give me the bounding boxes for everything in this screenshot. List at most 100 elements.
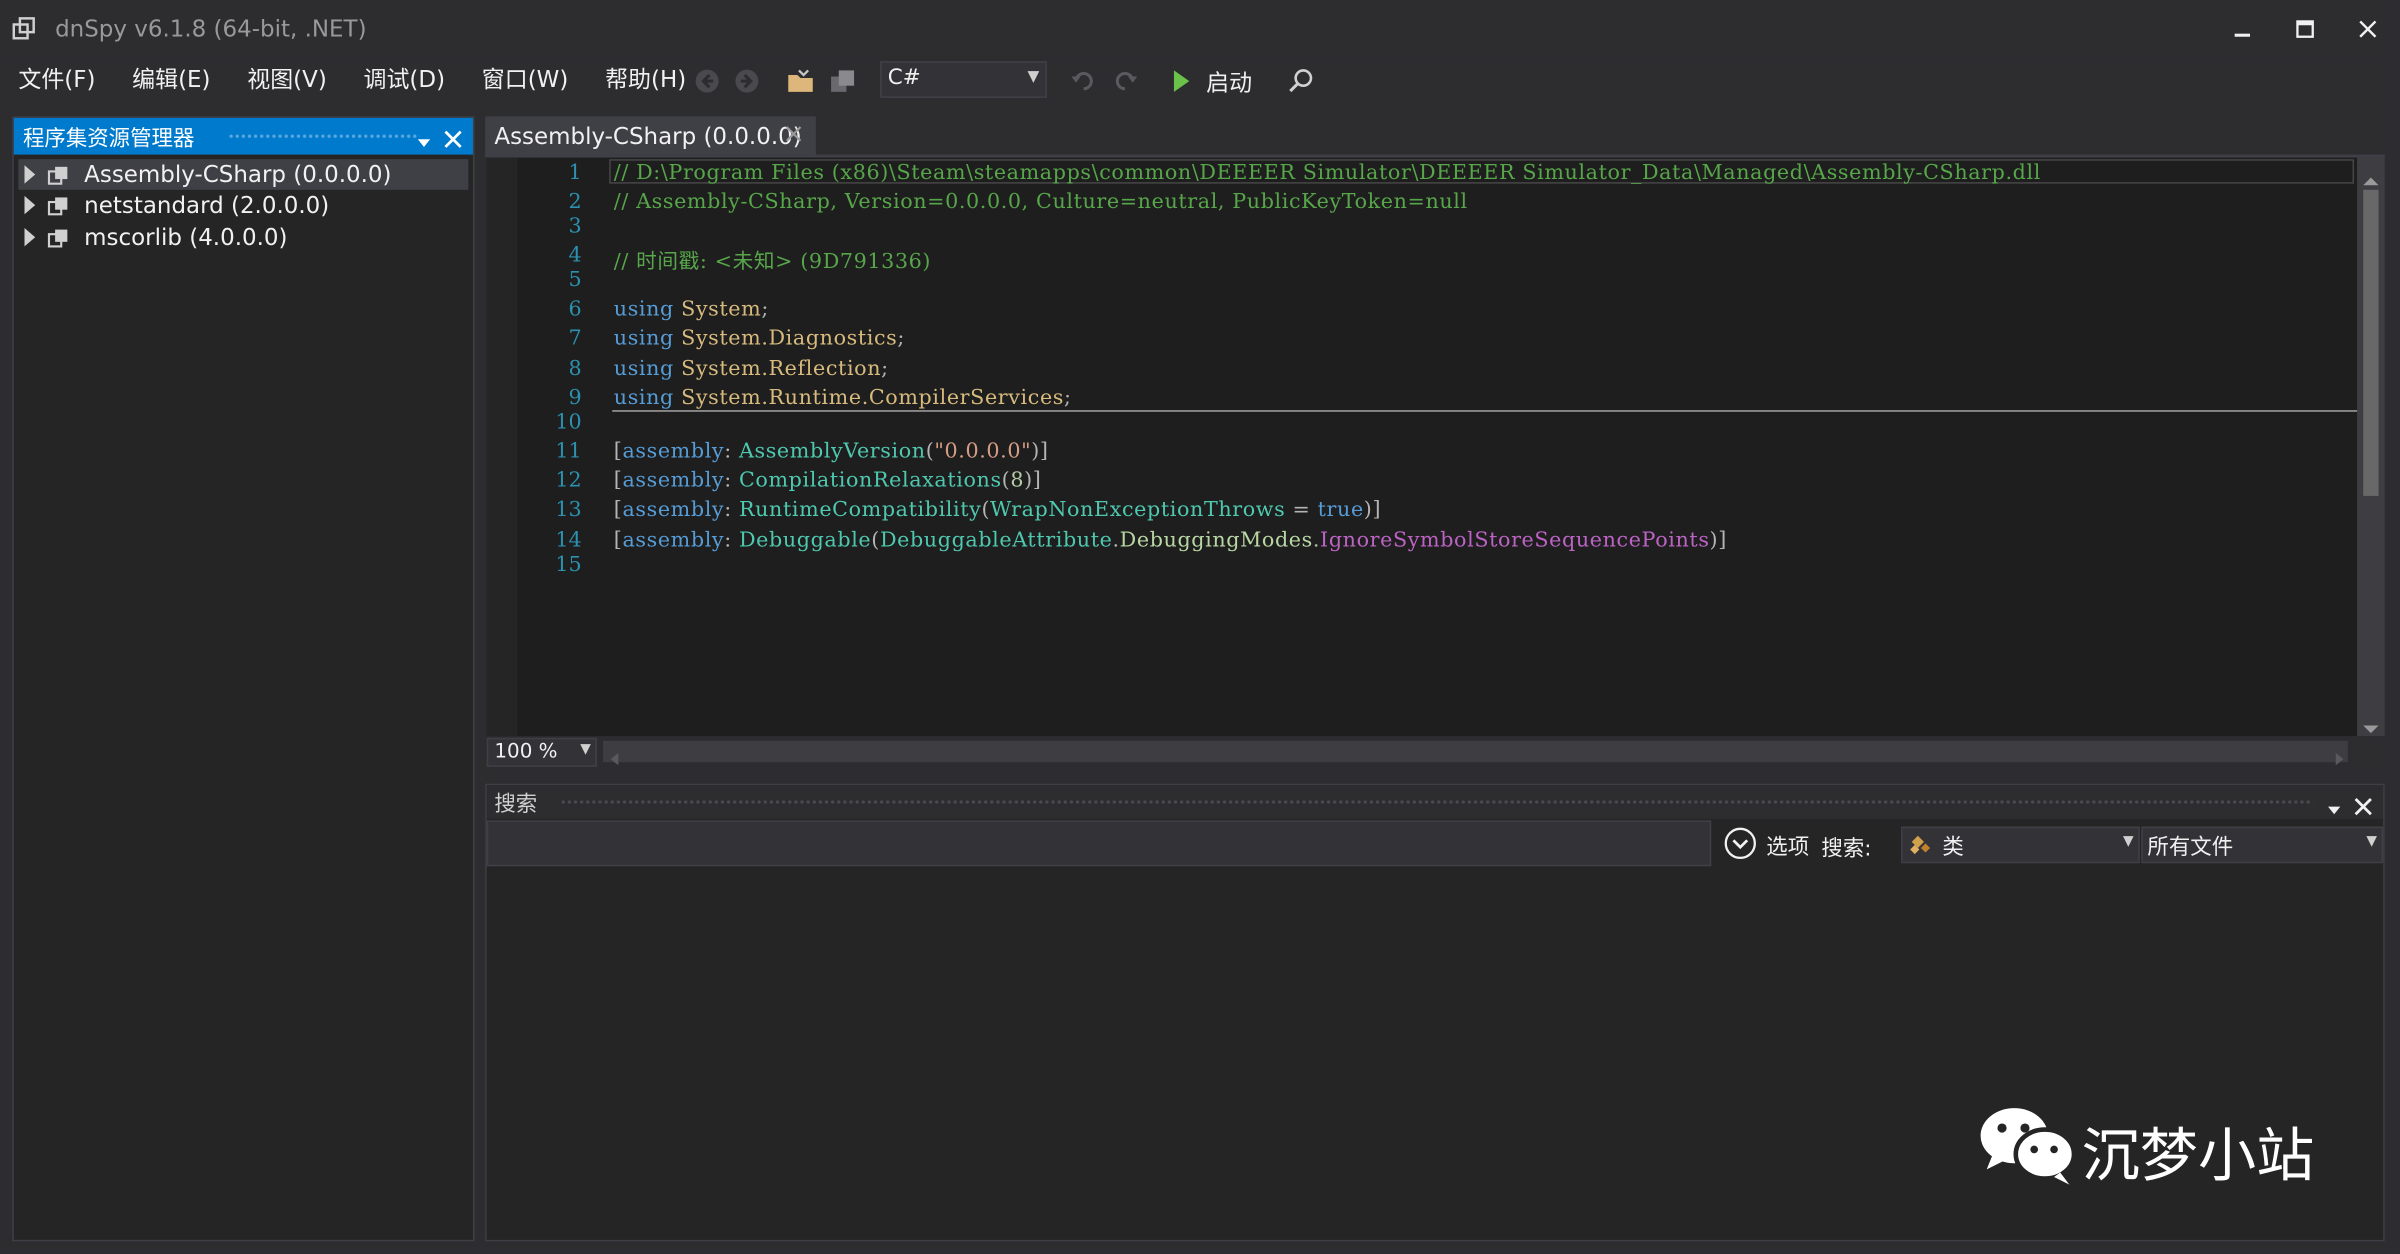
scrollbar-thumb[interactable] [2363,189,2379,496]
zoom-select[interactable]: 100 % ▼ [486,737,597,767]
assembly-explorer-title: 程序集资源管理器 [22,127,195,152]
line-number: 13 [555,497,582,522]
line-number: 1 [568,160,582,186]
language-select[interactable]: C# ▼ [880,61,1047,98]
line-number: 5 [568,267,582,293]
options-toggle-icon[interactable] [1723,827,1757,867]
back-icon[interactable] [692,66,723,97]
maximize-button[interactable] [2278,9,2333,49]
language-value: C# [887,65,921,91]
tab-assembly-csharp[interactable]: Assembly-CSharp (0.0.0.0) [485,116,816,157]
chevron-down-icon: ▼ [2123,834,2134,850]
menu-bar: 文件(F) 编辑(E) 视图(V) 调试(D) 窗口(W) 帮助(H) [0,58,705,98]
line-number: 7 [568,326,582,351]
menu-edit[interactable]: 编辑(E) [114,62,229,94]
chevron-down-icon: ▼ [1027,68,1040,86]
menu-debug[interactable]: 调试(D) [345,62,463,94]
code-line-13: [assembly: RuntimeCompatibility(WrapNonE… [613,497,1382,522]
line-number: 4 [568,243,582,268]
panel-close-icon[interactable] [444,126,462,155]
search-panel-title: 搜索 [494,792,538,818]
code-line-12: [assembly: CompilationRelaxations(8)] [613,468,1042,493]
search-scope-value: 所有文件 [2147,835,2234,861]
search-input[interactable] [486,820,1712,867]
code-line-8: using System.Reflection; [613,356,889,382]
line-number: 10 [555,410,582,435]
line-number: 15 [555,552,582,578]
wechat-logo-icon [1980,1108,2077,1185]
open-folder-icon[interactable] [787,66,818,97]
code-line-9: using System.Runtime.CompilerServices; [613,385,1072,411]
line-number: 3 [568,214,582,239]
code-line-11: [assembly: AssemblyVersion("0.0.0.0")] [613,439,1049,464]
chevron-down-icon: ▼ [580,742,591,758]
panel-close-icon[interactable] [2354,793,2372,822]
tree-item-mscorlib[interactable]: mscorlib (4.0.0.0) [18,222,468,253]
tree-item-label: mscorlib (4.0.0.0) [84,223,288,252]
scroll-up-icon[interactable] [2362,164,2380,193]
watermark: 沉梦小站 [1978,1099,2345,1191]
assembly-icon [47,164,68,185]
line-number: 2 [568,189,582,215]
line-number: 12 [555,468,582,493]
assembly-explorer-header: 程序集资源管理器 [13,117,473,156]
search-scope-select[interactable]: 所有文件 ▼ [2141,826,2384,864]
code-line-6: using System; [613,296,769,322]
code-line-1: // D:\Program Files (x86)\Steam\steamapp… [613,160,2041,186]
watermark-text: 沉梦小站 [2081,1121,2315,1190]
tree-item-label: Assembly-CSharp (0.0.0.0) [84,160,392,189]
tree-item-assembly-csharp[interactable]: Assembly-CSharp (0.0.0.0) [18,159,469,190]
scroll-right-icon[interactable] [2334,744,2346,773]
menu-file[interactable]: 文件(F) [0,62,114,94]
code-line-14: [assembly: Debuggable(DebuggableAttribut… [613,528,1727,553]
line-number: 14 [555,528,582,553]
window-title: dnSpy v6.1.8 (64-bit, .NET) [55,15,367,43]
code-line-2: // Assembly-CSharp, Version=0.0.0.0, Cul… [613,189,1468,215]
menu-help[interactable]: 帮助(H) [587,62,705,94]
forward-icon[interactable] [732,66,763,97]
expand-arrow-icon[interactable] [24,195,36,215]
tab-close-icon[interactable] [785,121,802,149]
code-line-7: using System.Diagnostics; [613,326,905,351]
line-number: 11 [555,439,582,464]
panel-dropdown-icon[interactable] [416,127,431,156]
search-kind-select[interactable]: 类 ▼ [1901,826,2140,864]
undo-icon[interactable] [1068,66,1099,97]
line-number-column: 1 2 3 4 5 6 7 8 9 10 11 12 13 14 15 [505,158,582,587]
assembly-icon [47,194,68,216]
zoom-value: 100 % [494,740,558,764]
open-list-icon[interactable] [828,66,859,97]
tree-item-netstandard[interactable]: netstandard (2.0.0.0) [18,190,468,221]
menu-view[interactable]: 视图(V) [229,62,345,94]
play-icon[interactable] [1166,66,1197,97]
assembly-explorer-panel [12,116,475,1242]
expand-arrow-icon[interactable] [24,165,36,184]
code-line-4: // 时间戳: <未知> (9D791336) [613,249,932,274]
line-number: 8 [568,356,582,382]
minimize-button[interactable] [2215,9,2270,49]
close-button[interactable] [2340,9,2395,49]
panel-dropdown-icon[interactable] [2327,794,2342,823]
panel-grip[interactable] [228,133,420,140]
scroll-left-icon[interactable] [608,744,620,773]
options-label[interactable]: 选项 [1766,831,1809,862]
search-panel-header: 搜索 [486,785,2384,822]
tree-item-label: netstandard (2.0.0.0) [84,191,330,219]
menu-window[interactable]: 窗口(W) [463,62,586,94]
redo-icon[interactable] [1110,66,1141,97]
chevron-down-icon: ▼ [2366,834,2378,850]
search-kind-value: 类 [1942,835,1964,861]
line-number: 6 [568,296,582,322]
code-text-area[interactable]: // D:\Program Files (x86)\Steam\steamapp… [614,158,2353,587]
run-label[interactable]: 启动 [1206,66,1252,98]
search-type-label: 搜索: [1821,837,1872,862]
panel-grip[interactable] [560,798,2313,806]
assembly-icon [47,227,68,248]
editor-horizontal-scrollbar[interactable] [603,740,2348,763]
tab-label: Assembly-CSharp (0.0.0.0) [494,122,802,150]
line-number: 9 [568,385,582,411]
class-icon [1909,833,1937,864]
search-icon[interactable] [1286,66,1317,97]
app-icon [12,17,36,41]
expand-arrow-icon[interactable] [24,228,36,247]
